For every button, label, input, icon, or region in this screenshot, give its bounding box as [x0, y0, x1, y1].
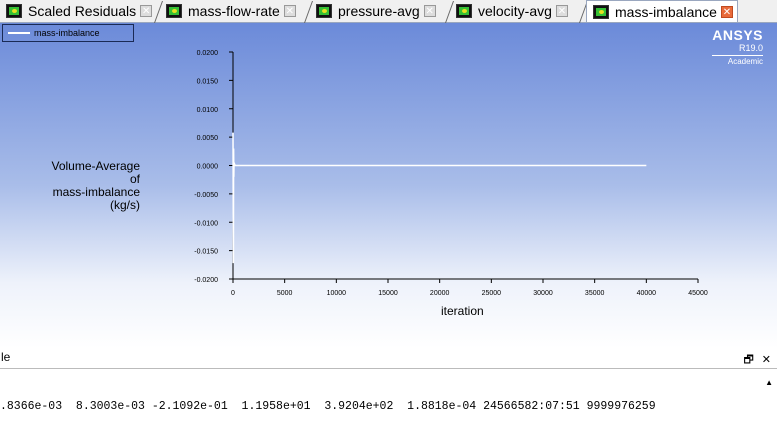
x-tick-label: 25000 [482, 290, 502, 297]
x-tick-label: 35000 [585, 290, 605, 297]
restore-icon[interactable]: 🗗 [743, 353, 753, 366]
y-tick-label: -0.0200 [194, 277, 218, 284]
console-output-line: .8366e-03 8.3003e-03 -2.1092e-01 1.1958e… [0, 400, 656, 413]
console-panel: le 🗗 ✕ ▲ .8366e-03 8.3003e-03 -2.1092e-01… [0, 348, 777, 425]
y-tick-label: 0.0150 [197, 78, 219, 85]
y-tick-label: 0.0050 [197, 135, 219, 142]
chart-marks [232, 132, 647, 264]
console-title: le [1, 350, 11, 364]
x-tick-label: 45000 [688, 290, 708, 297]
y-tick-label: 0.0000 [197, 164, 219, 171]
x-tick-label: 0 [231, 290, 235, 297]
x-tick-label: 10000 [327, 290, 347, 297]
x-tick-label: 30000 [533, 290, 553, 297]
y-tick-label: -0.0150 [194, 249, 218, 256]
x-tick-label: 15000 [378, 290, 398, 297]
y-tick-label: 0.0200 [197, 50, 219, 57]
y-tick-label: 0.0100 [197, 107, 219, 114]
y-tick-label: -0.0050 [194, 192, 218, 199]
scroll-up-icon[interactable]: ▲ [765, 378, 773, 387]
series-line-mass-imbalance [232, 132, 647, 264]
close-icon[interactable]: ✕ [762, 353, 771, 366]
chart-canvas: 0.0200 0.0150 0.0100 0.0050 0.0000 -0.0050 -0.… [194, 50, 708, 297]
divider [0, 368, 777, 369]
chart-axes: 0.0200 0.0150 0.0100 0.0050 0.0000 -0.0050 -0.… [194, 50, 708, 297]
x-tick-label: 20000 [430, 290, 450, 297]
x-tick-label: 40000 [637, 290, 657, 297]
x-tick-label: 5000 [277, 290, 293, 297]
y-tick-label: -0.0100 [194, 220, 218, 227]
